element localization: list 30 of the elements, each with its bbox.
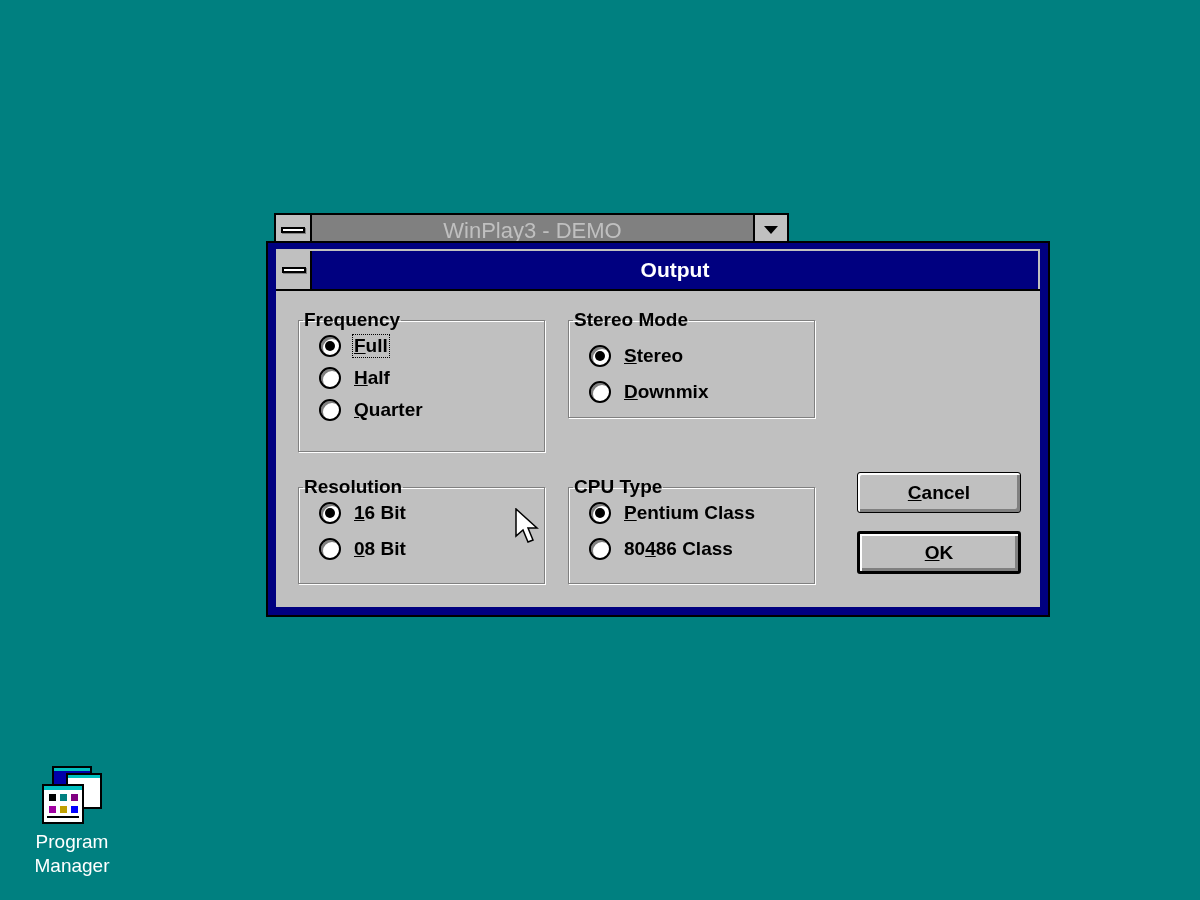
radio-button[interactable] [319,367,341,389]
radio-label[interactable]: Full [353,335,389,357]
radio-label[interactable]: 08 Bit [353,538,407,560]
radio-label[interactable]: Pentium Class [623,502,756,524]
mouse-pointer-icon [515,508,539,546]
cancel-button[interactable]: Cancel [857,472,1021,513]
group-title: Frequency [303,309,402,331]
radio-button[interactable] [589,345,611,367]
radio-label[interactable]: Half [353,367,391,389]
radio-label[interactable]: Quarter [353,399,424,421]
radio-button[interactable] [589,502,611,524]
radio-button[interactable] [589,538,611,560]
dialog-title: Output [639,257,711,283]
radio-button[interactable] [319,399,341,421]
group-title: CPU Type [573,476,664,498]
radio-label[interactable]: Stereo [623,345,685,367]
radio-button[interactable] [319,335,341,357]
group-title: Stereo Mode [573,309,690,331]
radio-button[interactable] [589,381,611,403]
system-menu-button[interactable] [278,251,312,289]
program-manager-icon[interactable] [41,766,103,824]
group-title: Resolution [303,476,404,498]
radio-label[interactable]: Downmix [623,381,710,403]
radio-button[interactable] [319,502,341,524]
radio-label[interactable]: 16 Bit [353,502,407,524]
radio-button[interactable] [319,538,341,560]
ok-button[interactable]: OK [857,531,1021,574]
icon-label[interactable]: Program Manager [32,830,112,878]
radio-label[interactable]: 80486 Class [623,538,734,560]
caret-down-icon [764,226,778,234]
